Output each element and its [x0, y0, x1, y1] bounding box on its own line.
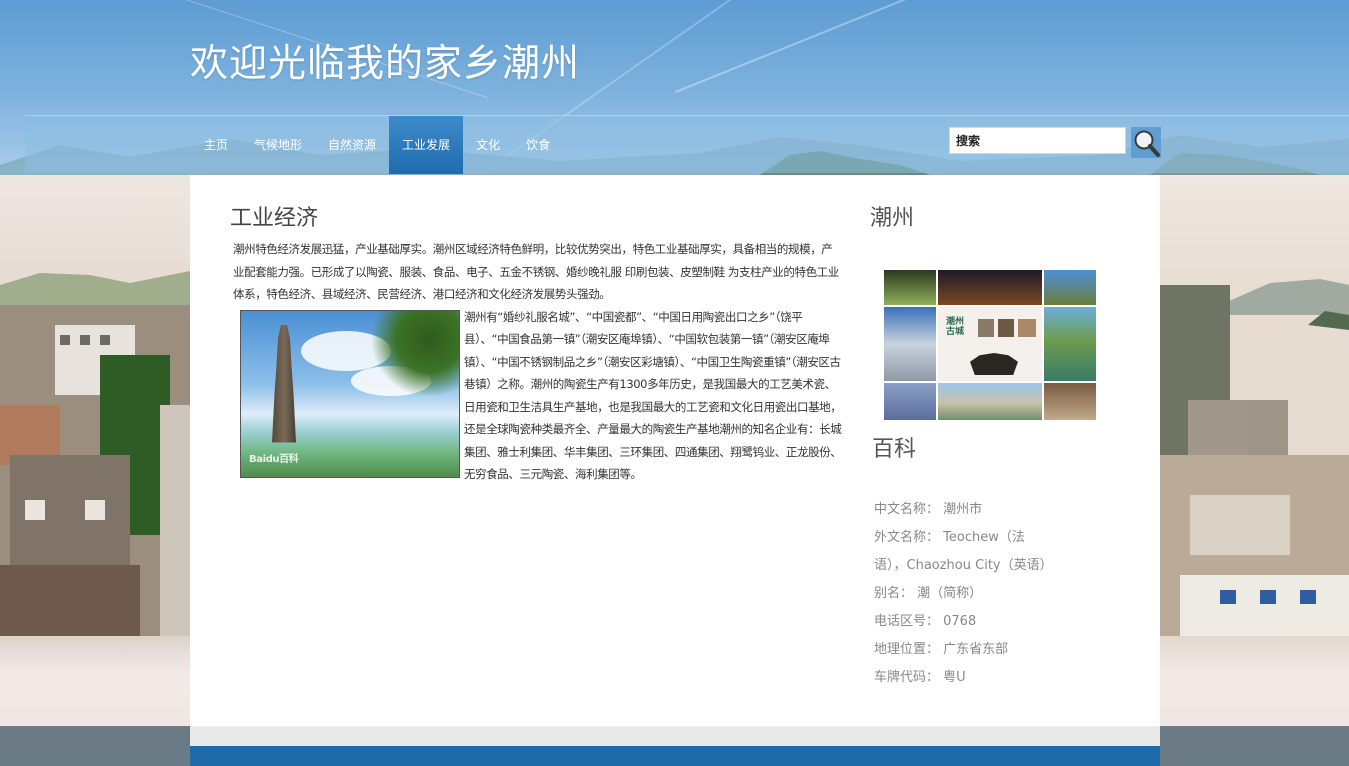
magnifier-icon [1134, 130, 1160, 157]
tree-branches [369, 310, 459, 396]
article-body: 潮州特色经济发展迅猛，产业基础厚实。潮州区域经济特色鲜明，比较优势突出，特色工业… [230, 238, 842, 486]
search-button[interactable] [1131, 127, 1161, 158]
info-chinese-name: 中文名称： 潮州市 [874, 502, 983, 517]
nav-list: 主页 气候地形 自然资源 工业发展 文化 饮食 [191, 116, 563, 174]
sidebar-heading-city: 潮州 [870, 206, 915, 231]
header-light-streak [675, 0, 1325, 94]
main-content-area: 工业经济 潮州特色经济发展迅猛，产业基础厚实。潮州区域经济特色鲜明，比较优势突出… [190, 175, 1160, 726]
nav-item-natural-resources[interactable]: 自然资源 [315, 116, 389, 174]
footer-blue-bar [190, 746, 1160, 766]
left-scenery-panel [0, 175, 190, 726]
pagoda-photo: Baidu百科 [240, 309, 460, 478]
sidebar-heading-encyclopedia: 百科 [872, 437, 917, 462]
collage-caption: 潮州 古城 [946, 317, 965, 337]
sidebar: 潮州 潮州 古城 百科 中文名称： 潮州市 外文名称： Teochew（法 语）… [870, 200, 1130, 692]
info-foreign-name: 外文名称： Teochew（法 [874, 530, 1025, 545]
info-location: 地理位置： 广东省东部 [874, 642, 1009, 657]
nav-item-climate-terrain[interactable]: 气候地形 [241, 116, 315, 174]
search-input[interactable] [949, 127, 1126, 154]
article-column: 工业经济 潮州特色经济发展迅猛，产业基础厚实。潮州区域经济特色鲜明，比较优势突出… [230, 200, 842, 486]
right-scenery-panel [1160, 175, 1349, 726]
scenery-fade [0, 636, 190, 726]
info-license-plate: 车牌代码： 粤U [874, 670, 966, 685]
info-foreign-name-cont: 语），Chaozhou City（英语） [874, 558, 1053, 573]
nav-item-industry[interactable]: 工业发展 [389, 116, 464, 174]
nav-item-food[interactable]: 饮食 [513, 116, 563, 174]
image-watermark: Baidu百科 [249, 454, 299, 465]
site-title: 欢迎光临我的家乡潮州 [190, 41, 581, 85]
nav-item-culture[interactable]: 文化 [463, 116, 513, 174]
info-area-code: 电话区号： 0768 [874, 614, 977, 629]
article-paragraph: 潮州特色经济发展迅猛，产业基础厚实。潮州区域经济特色鲜明，比较优势突出，特色工业… [233, 242, 839, 301]
info-alias: 别名： 潮（简称） [874, 586, 983, 601]
scenery-fade [1160, 636, 1349, 726]
article-paragraph: 潮州有“婚纱礼服名城”、“中国瓷都”、“中国日用陶瓷出口之乡”（饶平县）、“中国… [464, 309, 842, 482]
city-photo-collage: 潮州 古城 [883, 269, 1097, 421]
nav-item-home[interactable]: 主页 [191, 116, 241, 174]
city-info-list: 中文名称： 潮州市 外文名称： Teochew（法 语），Chaozhou Ci… [874, 496, 1130, 692]
article-title: 工业经济 [230, 206, 319, 231]
footer-light-strip [190, 726, 1160, 746]
